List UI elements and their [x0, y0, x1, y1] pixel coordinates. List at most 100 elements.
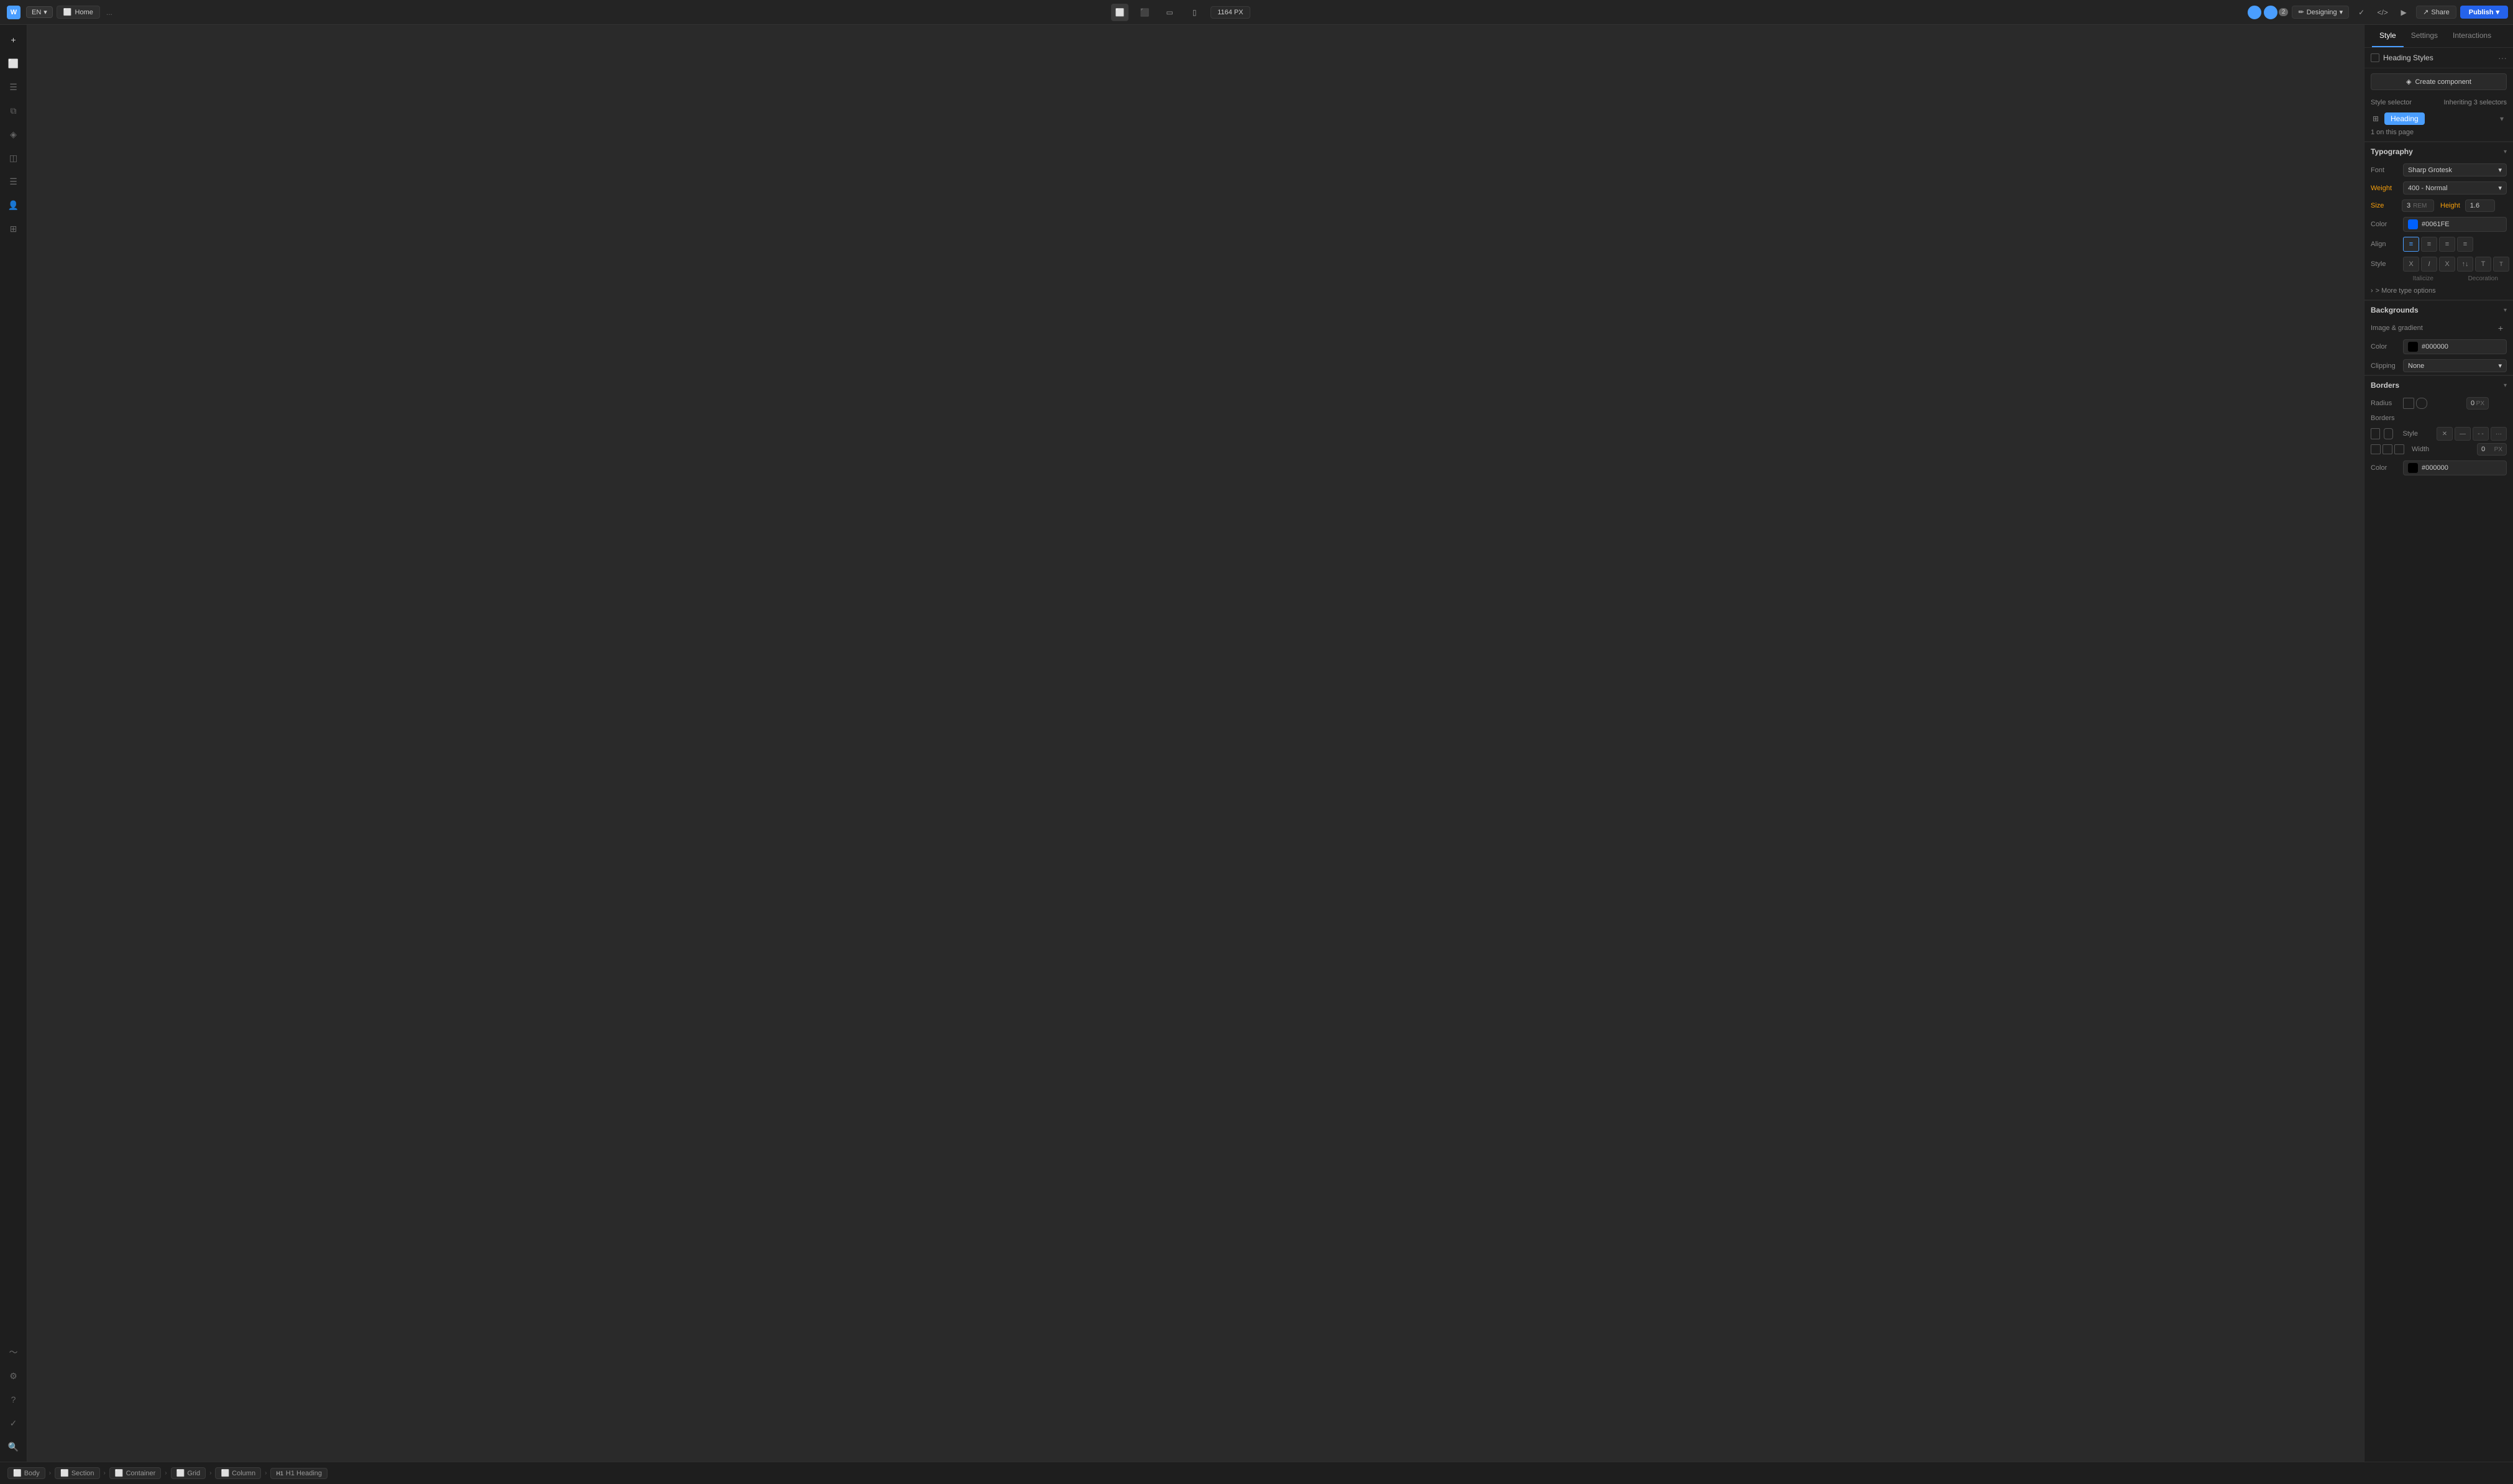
size-unit: REM: [2413, 203, 2427, 209]
cms-button[interactable]: ☰: [4, 172, 24, 191]
tab-interactions[interactable]: Interactions: [2445, 25, 2499, 47]
page-tab-label: Home: [75, 9, 93, 16]
mode-selector[interactable]: ✏ Designing ▾: [2292, 6, 2349, 19]
heading-selector-chip[interactable]: Heading: [2384, 112, 2425, 125]
color-hex-value: #0061FE: [2422, 221, 2450, 228]
check-button[interactable]: ✓: [2353, 4, 2370, 21]
publish-button[interactable]: Publish ▾: [2460, 6, 2508, 19]
bg-color-row: Color #000000: [2364, 337, 2513, 357]
more-pages-button[interactable]: ...: [104, 8, 115, 17]
breadcrumb-heading[interactable]: H1 H1 Heading: [270, 1468, 327, 1479]
align-right-button[interactable]: ≡: [2439, 237, 2455, 252]
height-input[interactable]: 1.6: [2465, 199, 2495, 212]
align-left-button[interactable]: ≡: [2403, 237, 2419, 252]
superscript-button[interactable]: ↑↓: [2457, 257, 2473, 272]
border-cb-2[interactable]: [2383, 444, 2392, 454]
color-picker[interactable]: #0061FE: [2403, 217, 2507, 232]
radius-value: 0: [2471, 400, 2474, 407]
canvas[interactable]: [27, 25, 2364, 1462]
more-options-row: › > More type options: [2364, 285, 2513, 300]
selector-expand-button[interactable]: ▾: [2497, 114, 2507, 124]
create-component-button[interactable]: ◈ Create component: [2371, 73, 2507, 90]
breadcrumb-column[interactable]: ⬜ Column: [215, 1467, 261, 1479]
preview-button[interactable]: ▶: [2395, 4, 2412, 21]
border-style-none-button[interactable]: ✕: [2437, 427, 2453, 441]
components-button[interactable]: ◈: [4, 124, 24, 144]
assets-button[interactable]: ◫: [4, 148, 24, 168]
home-page-tab[interactable]: ⬜ Home: [57, 6, 100, 19]
help-button[interactable]: ?: [4, 1390, 24, 1409]
border-style-row: Style ✕ — - - ···: [2364, 424, 2513, 442]
navigator-button[interactable]: ☰: [4, 77, 24, 97]
avatar-2: [2263, 4, 2279, 21]
search-canvas-button[interactable]: 🔍: [4, 1437, 24, 1457]
border-box-icon[interactable]: [2371, 428, 2380, 439]
size-input[interactable]: 3 REM: [2402, 199, 2434, 212]
clipping-selector[interactable]: None ▾: [2403, 359, 2507, 372]
topbar: W EN ▾ ⬜ Home ... ⬜ ⬛ ▭ ▯ 1164 PX 2 ✏ De…: [0, 0, 2513, 25]
add-panel-button[interactable]: +: [4, 30, 24, 50]
border-cb-1[interactable]: [2371, 444, 2381, 454]
mobile-portrait-button[interactable]: ▯: [1186, 4, 1203, 21]
clipping-label: Clipping: [2371, 362, 2399, 370]
logo[interactable]: W: [5, 4, 22, 21]
members-button[interactable]: 👤: [4, 195, 24, 215]
image-gradient-row: Image & gradient +: [2364, 319, 2513, 337]
border-color-hex-value: #000000: [2422, 464, 2448, 472]
borders-section-header[interactable]: Borders ▾: [2364, 375, 2513, 395]
weight-selector[interactable]: 400 - Normal ▾: [2403, 181, 2507, 195]
italic-button[interactable]: I: [2421, 257, 2437, 272]
clipping-chevron-icon: ▾: [2498, 362, 2502, 370]
border-rounded-icon[interactable]: [2384, 428, 2393, 439]
tab-settings[interactable]: Settings: [2404, 25, 2445, 47]
radius-circle-button[interactable]: [2416, 398, 2427, 409]
weight-chevron-icon: ▾: [2498, 184, 2502, 192]
border-style-buttons: ✕ — - - ···: [2437, 427, 2507, 441]
publish-status-button[interactable]: ✓: [4, 1413, 24, 1433]
tablet-view-button[interactable]: ⬛: [1136, 4, 1153, 21]
radius-input[interactable]: 0 PX: [2466, 397, 2489, 410]
font-selector[interactable]: Sharp Grotesk ▾: [2403, 163, 2507, 176]
border-style-dashed-button[interactable]: - -: [2473, 427, 2489, 441]
share-button[interactable]: ↗ Share: [2416, 6, 2456, 19]
align-justify-button[interactable]: ≡: [2457, 237, 2473, 252]
border-cb-3[interactable]: [2394, 444, 2404, 454]
smallcaps-button[interactable]: T: [2493, 257, 2509, 272]
more-type-options-button[interactable]: › > More type options: [2371, 287, 2507, 295]
font-row: Font Sharp Grotesk ▾: [2364, 161, 2513, 179]
radius-square-button[interactable]: [2403, 398, 2414, 409]
language-selector[interactable]: EN ▾: [26, 6, 53, 18]
align-center-button[interactable]: ≡: [2421, 237, 2437, 252]
layers-button[interactable]: ⧉: [4, 101, 24, 121]
heading-styles-checkbox[interactable]: [2371, 53, 2379, 62]
tab-style[interactable]: Style: [2372, 25, 2404, 47]
decoration-label: Decoration: [2460, 275, 2507, 282]
add-image-gradient-button[interactable]: +: [2494, 322, 2507, 334]
border-style-solid-button[interactable]: —: [2455, 427, 2471, 441]
breadcrumb-grid[interactable]: ⬜ Grid: [171, 1467, 206, 1479]
component-icon: ◈: [2406, 78, 2411, 86]
border-color-picker[interactable]: #000000: [2403, 460, 2507, 475]
uppercase-button[interactable]: T: [2475, 257, 2491, 272]
border-width-input[interactable]: 0 PX: [2477, 443, 2507, 456]
typography-section-header[interactable]: Typography ▾: [2364, 142, 2513, 161]
strikethrough2-button[interactable]: X: [2439, 257, 2455, 272]
border-color-row: Color #000000: [2364, 458, 2513, 478]
settings-button[interactable]: ⚙: [4, 1366, 24, 1386]
breadcrumb-body[interactable]: ⬜ Body: [7, 1467, 45, 1479]
color-label: Color: [2371, 221, 2399, 228]
desktop-view-button[interactable]: ⬜: [1111, 4, 1128, 21]
bg-color-picker[interactable]: #000000: [2403, 339, 2507, 354]
breadcrumb-container[interactable]: ⬜ Container: [109, 1467, 161, 1479]
breadcrumb-section[interactable]: ⬜ Section: [55, 1467, 99, 1479]
mobile-landscape-button[interactable]: ▭: [1161, 4, 1178, 21]
border-color-swatch: [2408, 463, 2418, 473]
border-style-dotted-button[interactable]: ···: [2491, 427, 2507, 441]
apps-button[interactable]: ⊞: [4, 219, 24, 239]
code-button[interactable]: </>: [2374, 4, 2391, 21]
strikethrough-button[interactable]: X: [2403, 257, 2419, 272]
heading-styles-more-button[interactable]: ···: [2498, 53, 2507, 63]
backgrounds-section-header[interactable]: Backgrounds ▾: [2364, 300, 2513, 319]
activity-button[interactable]: 〜: [4, 1342, 24, 1362]
pages-panel-button[interactable]: ⬜: [4, 53, 24, 73]
